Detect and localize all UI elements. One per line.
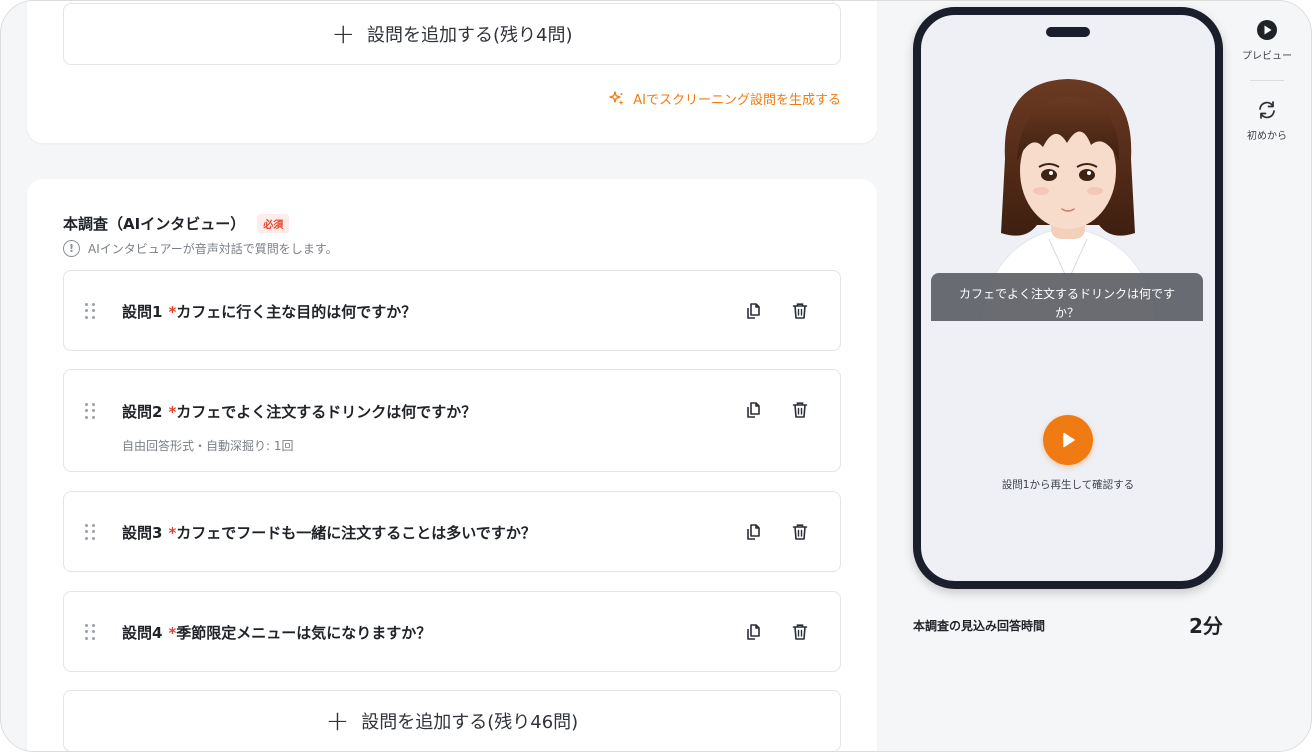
section-note: ! AIインタビュアーが音声対話で質問をします。 [63, 240, 338, 257]
add-screening-question-button[interactable]: + 設問を追加する(残り4問) [63, 3, 841, 65]
drag-handle-icon[interactable] [85, 403, 95, 419]
question-number: 設問1 [122, 303, 163, 321]
question-card-1[interactable]: 設問1 *カフェに行く主な目的は何ですか？ [63, 270, 841, 351]
trash-icon[interactable] [790, 301, 810, 321]
question-subtext: 自由回答形式・自動深掘り: 1回 [122, 439, 294, 453]
question-title: 設問2 *カフェでよく注文するドリンクは何ですか？ [122, 401, 476, 422]
drag-handle-icon[interactable] [85, 624, 95, 640]
question-actions [744, 400, 810, 420]
section-header: 本調査（AIインタビュー） 必須 [63, 213, 290, 234]
question-text: カフェに行く主な目的は何ですか？ [176, 303, 417, 321]
play-hint: 設問1から再生して確認する [1001, 479, 1135, 491]
question-actions [744, 622, 810, 642]
plus-icon: + [331, 17, 355, 50]
main-survey-card: 本調査（AIインタビュー） 必須 ! AIインタビュアーが音声対話で質問をします… [27, 179, 877, 751]
add-main-question-label: 設問を追加する(残り46問) [361, 712, 579, 733]
add-main-question-button[interactable]: + 設問を追加する(残り46問) [63, 690, 841, 751]
ai-generate-screening-link[interactable]: AIでスクリーニング設問を生成する [609, 89, 841, 108]
plus-icon: + [325, 704, 350, 737]
info-icon: ! [63, 240, 80, 257]
question-title: 設問3 *カフェでフードも一緒に注文することは多いですか？ [122, 522, 536, 543]
preview-label: プレビュー [1242, 51, 1292, 62]
speech-caption: カフェでよく注文するドリンクは何ですか？ [931, 273, 1203, 321]
copy-icon[interactable] [744, 622, 764, 642]
play-button[interactable] [1043, 415, 1093, 465]
toolbar-divider [1250, 80, 1284, 81]
phone-notch [1046, 27, 1090, 37]
copy-icon[interactable] [744, 400, 764, 420]
question-title: 設問1 *カフェに行く主な目的は何ですか？ [122, 301, 416, 322]
trash-icon[interactable] [790, 400, 810, 420]
preview-toolbar: プレビュー 初めから [1235, 19, 1299, 142]
copy-icon[interactable] [744, 522, 764, 542]
trash-icon[interactable] [790, 622, 810, 642]
drag-handle-icon[interactable] [85, 303, 95, 319]
estimate-label: 本調査の見込み回答時間 [913, 619, 1046, 633]
estimate-value: 2分 [1189, 614, 1223, 638]
restart-label: 初めから [1247, 131, 1287, 142]
question-actions [744, 301, 810, 321]
question-card-3[interactable]: 設問3 *カフェでフードも一緒に注文することは多いですか？ [63, 491, 841, 572]
avatar-area: カフェでよく注文するドリンクは何ですか？ [921, 49, 1215, 321]
preview-panel: カフェでよく注文するドリンクは何ですか？ 設問1から再生して確認する 本調査の見… [877, 1, 1311, 751]
question-number: 設問2 [122, 403, 163, 421]
play-icon [1063, 432, 1075, 448]
app-frame: + 設問を追加する(残り4問) AIでスクリーニング設問を生成する 本調査（AI… [0, 0, 1312, 752]
play-circle-icon [1257, 20, 1277, 40]
trash-icon[interactable] [790, 522, 810, 542]
sparkle-icon [609, 90, 624, 105]
required-badge: 必須 [257, 214, 290, 233]
section-note-text: AIインタビュアーが音声対話で質問をします。 [88, 242, 338, 256]
question-card-4[interactable]: 設問4 *季節限定メニューは気になりますか？ [63, 591, 841, 672]
ai-generate-label: AIでスクリーニング設問を生成する [633, 93, 841, 108]
question-text: 季節限定メニューは気になりますか？ [176, 624, 432, 642]
question-title: 設問4 *季節限定メニューは気になりますか？ [122, 622, 431, 643]
restart-button[interactable]: 初めから [1235, 99, 1299, 142]
editor-column: + 設問を追加する(残り4問) AIでスクリーニング設問を生成する 本調査（AI… [1, 1, 877, 751]
question-number: 設問4 [122, 624, 163, 642]
copy-icon[interactable] [744, 301, 764, 321]
phone-preview: カフェでよく注文するドリンクは何ですか？ 設問1から再生して確認する [913, 7, 1223, 589]
question-text: カフェでフードも一緒に注文することは多いですか？ [176, 524, 536, 542]
drag-handle-icon[interactable] [85, 524, 95, 540]
question-card-2[interactable]: 設問2 *カフェでよく注文するドリンクは何ですか？ 自由回答形式・自動深掘り: 1… [63, 369, 841, 472]
screening-card: + 設問を追加する(残り4問) AIでスクリーニング設問を生成する [27, 1, 877, 143]
add-screening-question-label: 設問を追加する(残り4問) [366, 25, 573, 46]
refresh-icon [1259, 101, 1275, 119]
preview-button[interactable]: プレビュー [1235, 19, 1299, 62]
section-title: 本調査（AIインタビュー） [63, 215, 246, 233]
question-text: カフェでよく注文するドリンクは何ですか？ [176, 403, 477, 421]
question-number: 設問3 [122, 524, 163, 542]
question-actions [744, 522, 810, 542]
